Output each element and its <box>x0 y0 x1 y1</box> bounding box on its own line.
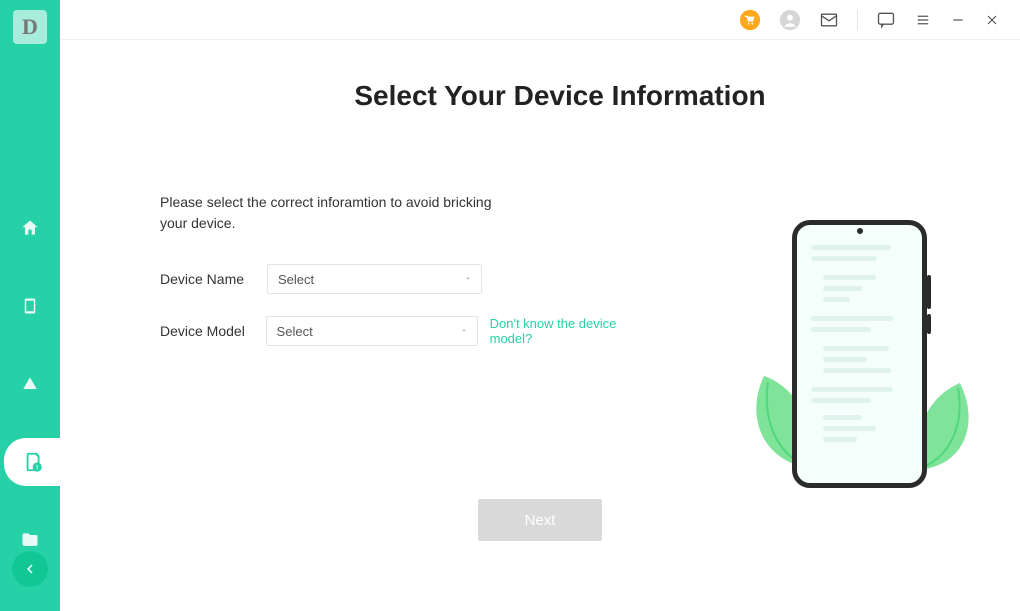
help-link[interactable]: Don't know the device model? <box>490 316 660 346</box>
close-icon <box>984 12 1000 28</box>
phone-side-button-1 <box>927 275 931 309</box>
recover-warning-icon: ! <box>23 451 45 473</box>
device-name-label: Device Name <box>160 271 255 287</box>
menu-button[interactable] <box>914 11 932 29</box>
phone-notch <box>857 228 863 234</box>
main-area: Select Your Device Information Please se… <box>60 0 1020 611</box>
sidebar: D ! <box>0 0 60 611</box>
device-name-row: Device Name Select <box>160 264 660 294</box>
sidebar-item-home[interactable] <box>0 204 60 252</box>
sidebar-item-recover[interactable]: ! <box>4 438 64 486</box>
back-button[interactable] <box>12 551 48 587</box>
cart-icon <box>739 9 761 31</box>
device-model-label: Device Model <box>160 323 254 339</box>
cloud-icon <box>20 374 40 394</box>
arrow-left-icon <box>21 560 39 578</box>
sidebar-item-cloud[interactable] <box>0 360 60 408</box>
device-model-value: Select <box>277 324 313 339</box>
page-title: Select Your Device Information <box>160 80 960 112</box>
chevron-down-icon <box>463 272 473 287</box>
app-logo-letter: D <box>22 14 38 40</box>
minimize-icon <box>950 12 966 28</box>
sidebar-nav: ! <box>0 204 60 564</box>
device-model-row: Device Model Select Don't know the devic… <box>160 316 660 346</box>
topbar-divider <box>857 10 858 30</box>
minimize-button[interactable] <box>950 12 966 28</box>
close-button[interactable] <box>984 12 1000 28</box>
menu-icon <box>914 11 932 29</box>
folder-icon <box>20 530 40 550</box>
phone-icon <box>21 296 39 316</box>
feedback-button[interactable] <box>876 10 896 30</box>
device-model-select[interactable]: Select <box>266 316 478 346</box>
cart-button[interactable] <box>739 9 761 31</box>
mail-button[interactable] <box>819 10 839 30</box>
home-icon <box>20 218 40 238</box>
next-button[interactable]: Next <box>478 499 602 541</box>
device-name-select[interactable]: Select <box>267 264 482 294</box>
content: Select Your Device Information Please se… <box>60 40 1020 611</box>
phone-screen-lines <box>797 225 922 458</box>
device-illustration <box>750 210 970 510</box>
topbar <box>60 0 1020 40</box>
sidebar-item-device[interactable] <box>0 282 60 330</box>
user-button[interactable] <box>779 9 801 31</box>
device-name-value: Select <box>278 272 314 287</box>
feedback-icon <box>876 10 896 30</box>
phone-illustration <box>792 220 927 488</box>
app-logo: D <box>13 10 47 44</box>
mail-icon <box>819 10 839 30</box>
instruction-text: Please select the correct inforamtion to… <box>160 192 500 234</box>
form-area: Please select the correct inforamtion to… <box>160 192 660 346</box>
user-icon <box>779 9 801 31</box>
svg-text:!: ! <box>36 465 38 472</box>
phone-side-button-2 <box>927 314 931 334</box>
chevron-down-icon <box>459 324 469 339</box>
